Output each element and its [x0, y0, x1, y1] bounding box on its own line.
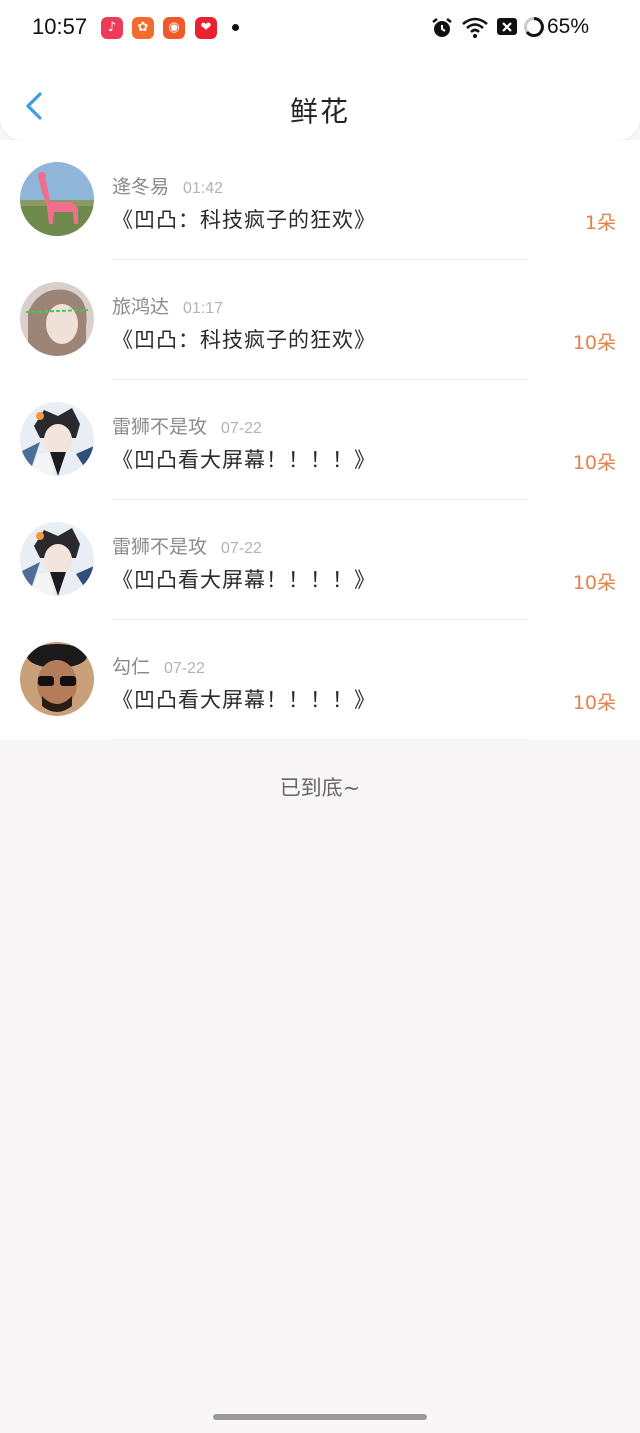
- book-title: 《凹凸看大屏幕！！！！》: [112, 688, 376, 712]
- list-item[interactable]: 旅鸿达 01:17 《凹凸：科技疯子的狂欢》 10朵: [0, 260, 640, 380]
- sender-name: 勾仁 07-22: [112, 656, 205, 678]
- home-indicator[interactable]: [213, 1414, 427, 1420]
- list-item[interactable]: 逄冬易 01:42 《凹凸：科技疯子的狂欢》 1朵: [0, 140, 640, 260]
- music-app-icon: ♪: [101, 17, 123, 39]
- book-title: 《凹凸看大屏幕！！！！》: [112, 448, 376, 472]
- top-bar: 10:57 ♪ ✿ ◉ ❤ 65% 鲜花: [0, 0, 640, 140]
- flower-count: 10朵: [572, 692, 616, 714]
- avatar[interactable]: [20, 282, 94, 356]
- flower-count: 10朵: [572, 572, 616, 594]
- page-title: 鲜花: [289, 95, 350, 128]
- status-bar: 10:57 ♪ ✿ ◉ ❤ 65%: [0, 0, 640, 58]
- avatar[interactable]: [20, 642, 94, 716]
- list-item[interactable]: 雷狮不是攻 07-22 《凹凸看大屏幕！！！！》 10朵: [0, 500, 640, 620]
- wifi-icon: [462, 17, 488, 38]
- sim-blocked-icon: [497, 18, 517, 35]
- avatar[interactable]: [20, 402, 94, 476]
- status-time: 10:57: [32, 14, 88, 39]
- divider: [112, 739, 528, 740]
- battery-percent: 65%: [547, 15, 590, 38]
- shopping-app-icon: ✿: [132, 17, 154, 39]
- battery-ring-icon: [524, 17, 544, 37]
- sent-time: 07-22: [221, 540, 262, 557]
- book-title: 《凹凸看大屏幕！！！！》: [112, 568, 376, 592]
- list-item[interactable]: 雷狮不是攻 07-22 《凹凸看大屏幕！！！！》 10朵: [0, 380, 640, 500]
- sender-name: 雷狮不是攻 07-22: [112, 416, 262, 438]
- sent-time: 07-22: [221, 420, 262, 437]
- sent-time: 01:42: [183, 180, 224, 197]
- notification-dot-icon: [232, 24, 239, 31]
- list-item[interactable]: 勾仁 07-22 《凹凸看大屏幕！！！！》 10朵: [0, 620, 640, 740]
- avatar[interactable]: [20, 522, 94, 596]
- end-of-list-text: 已到底~: [279, 776, 361, 800]
- alarm-icon: [432, 18, 452, 37]
- book-title: 《凹凸：科技疯子的狂欢》: [112, 208, 376, 232]
- flower-count: 10朵: [572, 452, 616, 474]
- navigation-bar: 鲜花: [0, 62, 640, 140]
- flower-count: 10朵: [572, 332, 616, 354]
- avatar[interactable]: [20, 162, 94, 236]
- book-title: 《凹凸：科技疯子的狂欢》: [112, 328, 376, 352]
- heart-app-icon: ❤: [195, 17, 217, 39]
- sent-time: 07-22: [164, 660, 205, 677]
- flower-count: 1朵: [584, 212, 616, 234]
- sent-time: 01:17: [183, 300, 224, 317]
- food-app-icon: ◉: [163, 17, 185, 39]
- sender-name: 逄冬易 01:42: [112, 176, 224, 198]
- sender-name: 旅鸿达 01:17: [112, 296, 224, 318]
- flower-list: 逄冬易 01:42 《凹凸：科技疯子的狂欢》 1朵 旅鸿达 01:17 《凹凸：科技…: [0, 140, 640, 740]
- sender-name: 雷狮不是攻 07-22: [112, 536, 262, 558]
